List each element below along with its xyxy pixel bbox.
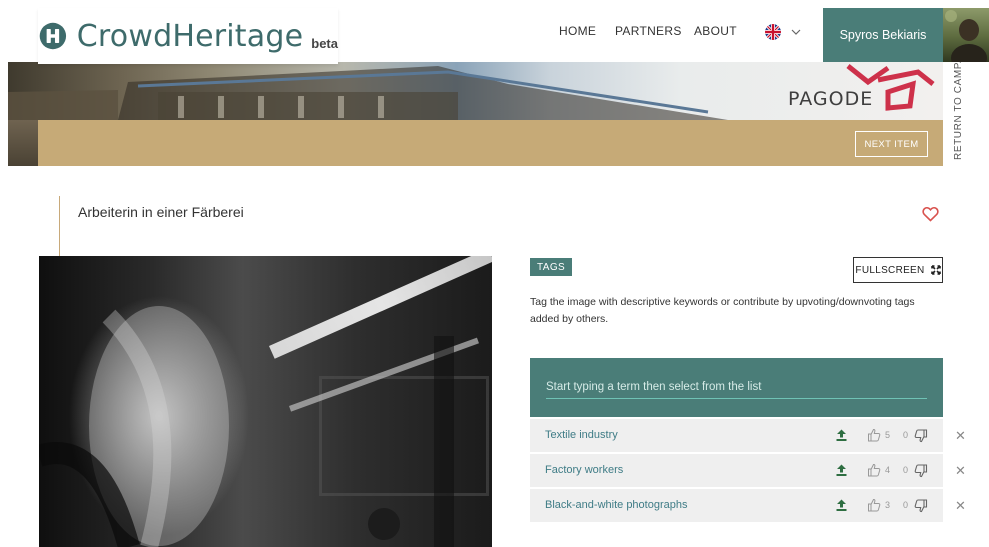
tag-label[interactable]: Factory workers [545, 464, 623, 476]
user-menu-button[interactable]: Spyros Bekiaris [823, 8, 943, 62]
avatar[interactable] [943, 8, 989, 62]
photo-content [39, 306, 454, 547]
beta-badge: beta [311, 35, 338, 51]
next-item-button[interactable]: NEXT ITEM [855, 131, 928, 157]
banner-left-strip [8, 120, 38, 166]
avatar-image [945, 10, 987, 62]
upvote-count: 4 [885, 465, 891, 475]
tag-search-panel [530, 358, 943, 417]
campaign-banner: PAGODE [8, 62, 943, 166]
tag-row: Black-and-white photographs 3 0 [530, 489, 943, 522]
nav-about[interactable]: ABOUT [694, 24, 737, 38]
top-header: CrowdHeritage beta HOME PARTNERS ABOUT S… [0, 0, 989, 64]
nav-home[interactable]: HOME [559, 24, 596, 38]
upload-arrow-icon[interactable] [836, 464, 847, 476]
tag-label[interactable]: Textile industry [545, 429, 618, 441]
thumb-up-icon[interactable] [867, 428, 881, 442]
close-icon[interactable]: ✕ [955, 429, 966, 443]
thumb-down-icon[interactable] [914, 429, 928, 443]
banner-bar [8, 120, 943, 166]
thumb-up-icon[interactable] [867, 498, 881, 512]
tags-badge: TAGS [530, 258, 573, 276]
upload-arrow-icon[interactable] [836, 499, 847, 511]
nav-partners[interactable]: PARTNERS [615, 24, 682, 38]
close-icon[interactable]: ✕ [955, 499, 966, 513]
tags-description: Tag the image with descriptive keywords … [530, 296, 915, 325]
thumb-up-icon[interactable] [867, 463, 881, 477]
crowdheritage-item-page: CrowdHeritage beta HOME PARTNERS ABOUT S… [0, 0, 989, 547]
tag-row: Factory workers 4 0 [530, 454, 943, 487]
fullscreen-button[interactable]: FULLSCREEN [853, 257, 943, 283]
upload-arrow-icon[interactable] [836, 429, 847, 441]
close-icon[interactable]: ✕ [955, 464, 966, 478]
tag-row: Textile industry 5 0 [530, 419, 943, 452]
thumb-down-icon[interactable] [914, 499, 928, 513]
campaign-logo-text: PAGODE [788, 88, 874, 110]
downvote-count: 0 [903, 465, 909, 475]
upvote-count: 5 [885, 430, 891, 440]
language-selector[interactable] [765, 24, 801, 40]
thumb-down-icon[interactable] [914, 464, 928, 478]
item-title: Arbeiterin in einer Färberei [78, 204, 244, 220]
upvote-count: 3 [885, 500, 891, 510]
item-image[interactable] [39, 256, 492, 547]
tag-label[interactable]: Black-and-white photographs [545, 499, 687, 511]
chevron-down-icon [791, 29, 801, 35]
expand-icon [930, 265, 941, 275]
fullscreen-label: FULLSCREEN [855, 264, 925, 276]
heart-icon[interactable] [922, 206, 939, 222]
logo-mark-icon [39, 22, 67, 50]
brand-name: CrowdHeritage [76, 18, 304, 54]
downvote-count: 0 [903, 430, 909, 440]
uk-flag-icon [765, 24, 781, 40]
tag-search-input[interactable] [546, 375, 927, 399]
downvote-count: 0 [903, 500, 909, 510]
brand-logo[interactable]: CrowdHeritage beta [38, 8, 338, 64]
